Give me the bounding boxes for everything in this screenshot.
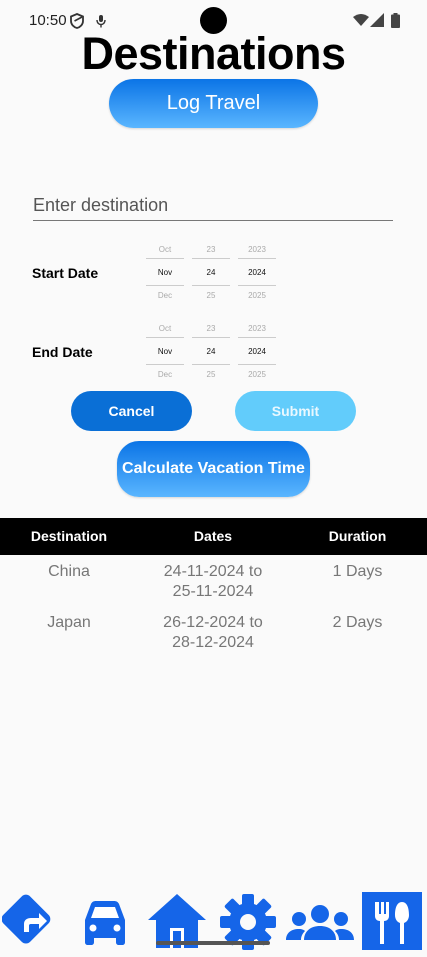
row-dates-to: 25-11-2024 [172, 583, 254, 600]
picker-divider [192, 258, 230, 259]
table-header: Destination Dates Duration [0, 518, 427, 555]
header-duration: Duration [328, 528, 387, 544]
picker-prev-value: Oct [158, 245, 172, 254]
table-row[interactable]: China 24-11-2024 to 25-11-2024 1 Days [0, 562, 427, 612]
row-destination: Japan [47, 614, 91, 631]
picker-divider [192, 337, 230, 338]
picker-next-value: 25 [206, 291, 216, 300]
picker-divider [238, 285, 276, 286]
picker-selected-value: 24 [206, 268, 216, 277]
picker-selected-value: Nov [157, 347, 173, 356]
cancel-button[interactable]: Cancel [71, 391, 192, 431]
picker-divider [146, 337, 184, 338]
picker-next-value: 2025 [248, 370, 266, 379]
submit-button[interactable]: Submit [235, 391, 356, 431]
start-day-wheel[interactable]: 23 24 25 [192, 240, 230, 306]
table-row[interactable]: Japan 26-12-2024 to 28-12-2024 2 Days [0, 613, 427, 663]
header-dates: Dates [193, 528, 233, 544]
picker-prev-value: 2023 [248, 324, 266, 333]
picker-divider [146, 364, 184, 365]
page-title: Destinations [81, 28, 346, 79]
picker-prev-value: 23 [206, 245, 216, 254]
row-dates-to: 28-12-2024 [172, 634, 254, 651]
picker-prev-value: Oct [158, 324, 172, 333]
start-month-wheel[interactable]: Oct Nov Dec [146, 240, 184, 306]
start-date-label: Start Date [32, 265, 99, 281]
row-duration: 2 Days [332, 614, 383, 631]
picker-selected-value: 24 [206, 347, 216, 356]
picker-prev-value: 23 [206, 324, 216, 333]
picker-divider [192, 364, 230, 365]
directions-icon[interactable] [1, 888, 64, 952]
end-year-wheel[interactable]: 2023 2024 2025 [238, 319, 276, 381]
status-time: 10:50 [29, 12, 67, 29]
row-duration: 1 Days [332, 563, 383, 580]
row-dates-from: 26-12-2024 to [163, 614, 263, 631]
picker-divider [146, 285, 184, 286]
end-month-wheel[interactable]: Oct Nov Dec [146, 319, 184, 381]
picker-divider [192, 285, 230, 286]
row-dates: 24-11-2024 to 25-11-2024 [138, 562, 288, 602]
header-destination: Destination [30, 528, 108, 544]
picker-prev-value: 2023 [248, 245, 266, 254]
group-icon[interactable] [284, 888, 356, 952]
picker-next-value: 2025 [248, 291, 266, 300]
end-date-label: End Date [32, 344, 93, 360]
home-indicator[interactable] [156, 941, 270, 945]
picker-divider [238, 258, 276, 259]
restaurant-icon[interactable] [362, 888, 422, 952]
log-travel-button[interactable]: Log Travel [109, 79, 318, 128]
calculate-vacation-time-button[interactable]: Calculate Vacation Time [117, 441, 310, 497]
car-icon[interactable] [74, 888, 136, 952]
picker-divider [238, 364, 276, 365]
destination-input[interactable] [33, 190, 393, 221]
row-destination: China [48, 563, 90, 580]
start-year-wheel[interactable]: 2023 2024 2025 [238, 240, 276, 306]
end-day-wheel[interactable]: 23 24 25 [192, 319, 230, 381]
picker-divider [146, 258, 184, 259]
row-dates-from: 24-11-2024 to [163, 563, 263, 580]
picker-selected-value: 2024 [248, 268, 266, 277]
picker-selected-value: Nov [157, 268, 173, 277]
picker-next-value: Dec [157, 291, 173, 300]
picker-next-value: 25 [206, 370, 216, 379]
picker-selected-value: 2024 [248, 347, 266, 356]
picker-next-value: Dec [157, 370, 173, 379]
row-dates: 26-12-2024 to 28-12-2024 [138, 613, 288, 653]
picker-divider [238, 337, 276, 338]
